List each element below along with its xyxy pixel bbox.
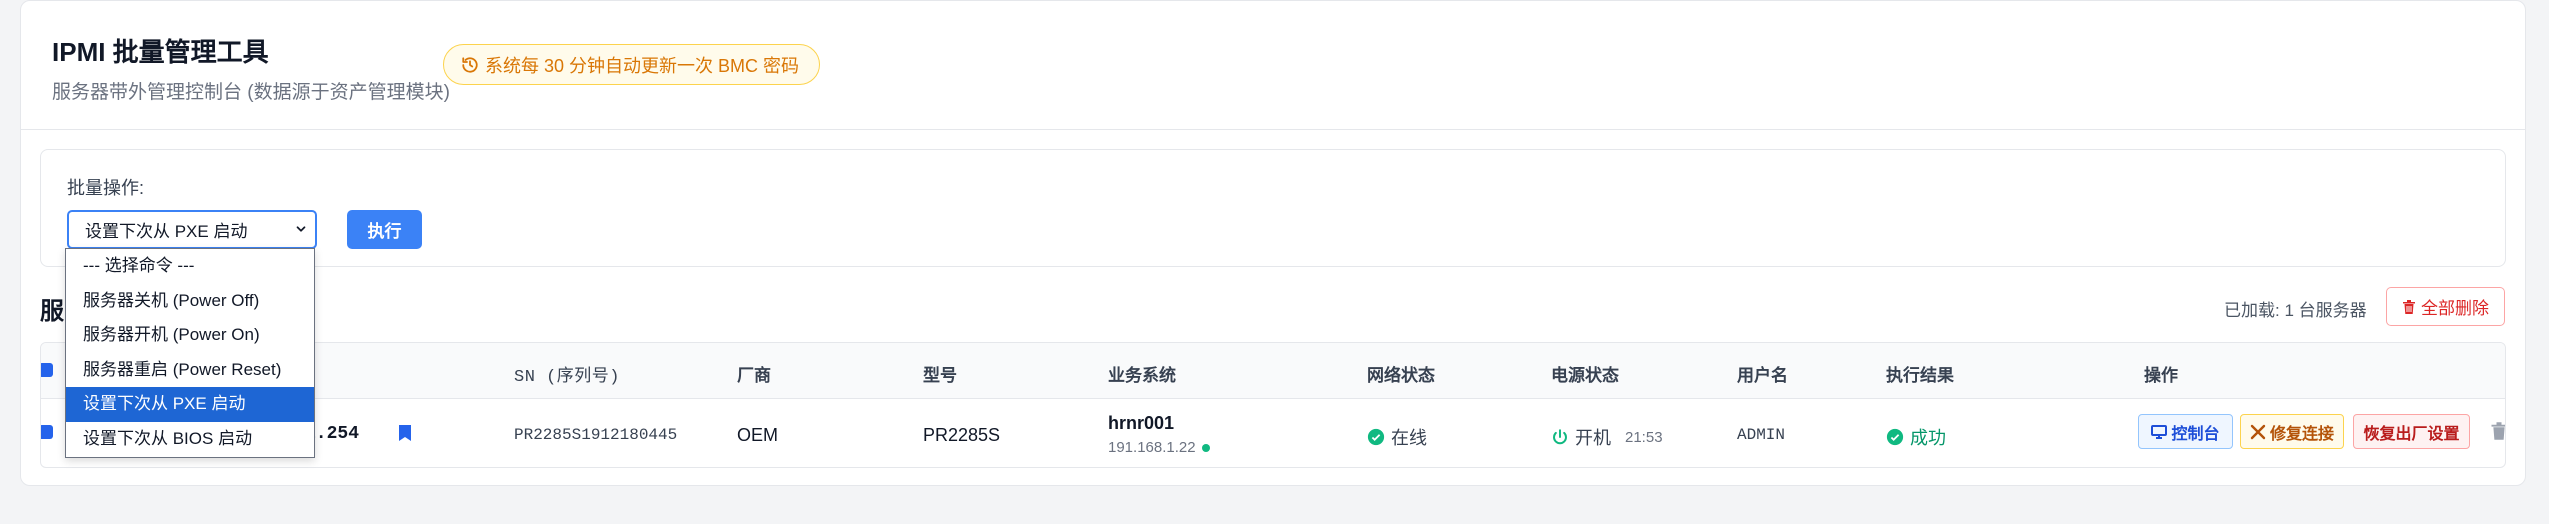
password-update-notice: 系统每 30 分钟自动更新一次 BMC 密码 (443, 44, 821, 85)
check-circle-icon (1886, 428, 1904, 446)
server-table: SN (序列号) 厂商 型号 业务系统 网络状态 电源状态 用户名 执行结果 操… (40, 342, 2506, 468)
dropdown-option-power-reset[interactable]: 服务器重启 (Power Reset) (66, 353, 314, 388)
command-select[interactable]: 设置下次从 PXE 启动 (67, 210, 317, 249)
power-status-text: 开机 (1575, 428, 1611, 448)
system-ip: 191.168.1.22 (1108, 439, 1210, 456)
execution-result: 成功 (1886, 424, 1946, 450)
main-card: IPMI 批量管理工具 服务器带外管理控制台 (数据源于资产管理模块) 系统每 … (20, 0, 2526, 486)
dropdown-option-placeholder[interactable]: --- 选择命令 --- (66, 249, 314, 284)
online-dot (1201, 444, 1210, 453)
monitor-icon (2151, 424, 2168, 439)
factory-reset-button[interactable]: 恢复出厂设置 (2353, 414, 2470, 449)
command-select-value: 设置下次从 PXE 启动 (85, 222, 248, 241)
column-username: 用户名 (1737, 366, 1788, 385)
page-subtitle: 服务器带外管理控制台 (数据源于资产管理模块) (52, 82, 450, 103)
page-header: IPMI 批量管理工具 服务器带外管理控制台 (数据源于资产管理模块) 系统每 … (21, 1, 2525, 130)
check-circle-icon (1367, 428, 1385, 446)
power-icon (1553, 429, 1567, 445)
power-status: 开机 21:53 (1551, 424, 1663, 450)
delete-all-label: 全部删除 (2421, 299, 2489, 318)
tools-icon (2250, 424, 2266, 439)
history-icon (462, 56, 478, 73)
server-list-title: 服 (40, 298, 64, 325)
delete-all-button[interactable]: 全部删除 (2386, 287, 2505, 326)
vendor: OEM (737, 425, 779, 445)
column-result: 执行结果 (1886, 366, 1954, 385)
notice-text: 系统每 30 分钟自动更新一次 BMC 密码 (485, 55, 800, 76)
batch-label: 批量操作: (67, 178, 145, 198)
delete-row-icon[interactable] (2490, 421, 2506, 441)
column-model: 型号 (923, 366, 957, 385)
column-power: 电源状态 (1551, 366, 1619, 385)
row-checkbox[interactable] (41, 425, 53, 439)
network-status: 在线 (1367, 424, 1427, 450)
select-all-checkbox[interactable] (41, 363, 53, 377)
column-actions: 操作 (2144, 366, 2178, 385)
dropdown-option-power-on[interactable]: 服务器开机 (Power On) (66, 318, 314, 353)
execute-button[interactable]: 执行 (347, 210, 422, 249)
chevron-down-icon (296, 226, 306, 232)
page-title: IPMI 批量管理工具 (52, 37, 269, 67)
power-time: 21:53 (1625, 428, 1663, 446)
repair-connection-label: 修复连接 (2269, 425, 2334, 443)
column-vendor: 厂商 (737, 366, 771, 385)
console-button[interactable]: 控制台 (2138, 414, 2233, 449)
network-status-text: 在线 (1391, 428, 1427, 448)
console-label: 控制台 (2171, 425, 2220, 443)
repair-connection-button[interactable]: 修复连接 (2240, 414, 2344, 449)
loaded-count: 已加载: 1 台服务器 (2224, 301, 2367, 320)
dropdown-option-power-off[interactable]: 服务器关机 (Power Off) (66, 284, 314, 319)
factory-reset-label: 恢复出厂设置 (2363, 425, 2460, 443)
column-network: 网络状态 (1367, 366, 1435, 385)
business-system: hrnr001 (1108, 413, 1175, 433)
column-sn: SN (序列号) (514, 368, 621, 387)
command-dropdown-list: --- 选择命令 --- 服务器关机 (Power Off) 服务器开机 (Po… (65, 248, 315, 458)
dropdown-option-pxe-boot[interactable]: 设置下次从 PXE 启动 (66, 387, 314, 422)
batch-operations-panel: 批量操作: 设置下次从 PXE 启动 执行 (40, 149, 2506, 267)
column-system: 业务系统 (1108, 366, 1176, 385)
serial-number: PR2285S1912180445 (514, 426, 678, 444)
table-header: SN (序列号) 厂商 型号 业务系统 网络状态 电源状态 用户名 执行结果 操… (41, 343, 2505, 399)
dropdown-option-bios-boot[interactable]: 设置下次从 BIOS 启动 (66, 422, 314, 457)
bookmark-icon[interactable] (398, 424, 412, 442)
system-ip-text: 191.168.1.22 (1108, 439, 1196, 456)
username: ADMIN (1737, 426, 1786, 444)
execution-result-text: 成功 (1910, 428, 1946, 448)
model: PR2285S (923, 425, 1001, 445)
trash-icon (2403, 299, 2415, 314)
